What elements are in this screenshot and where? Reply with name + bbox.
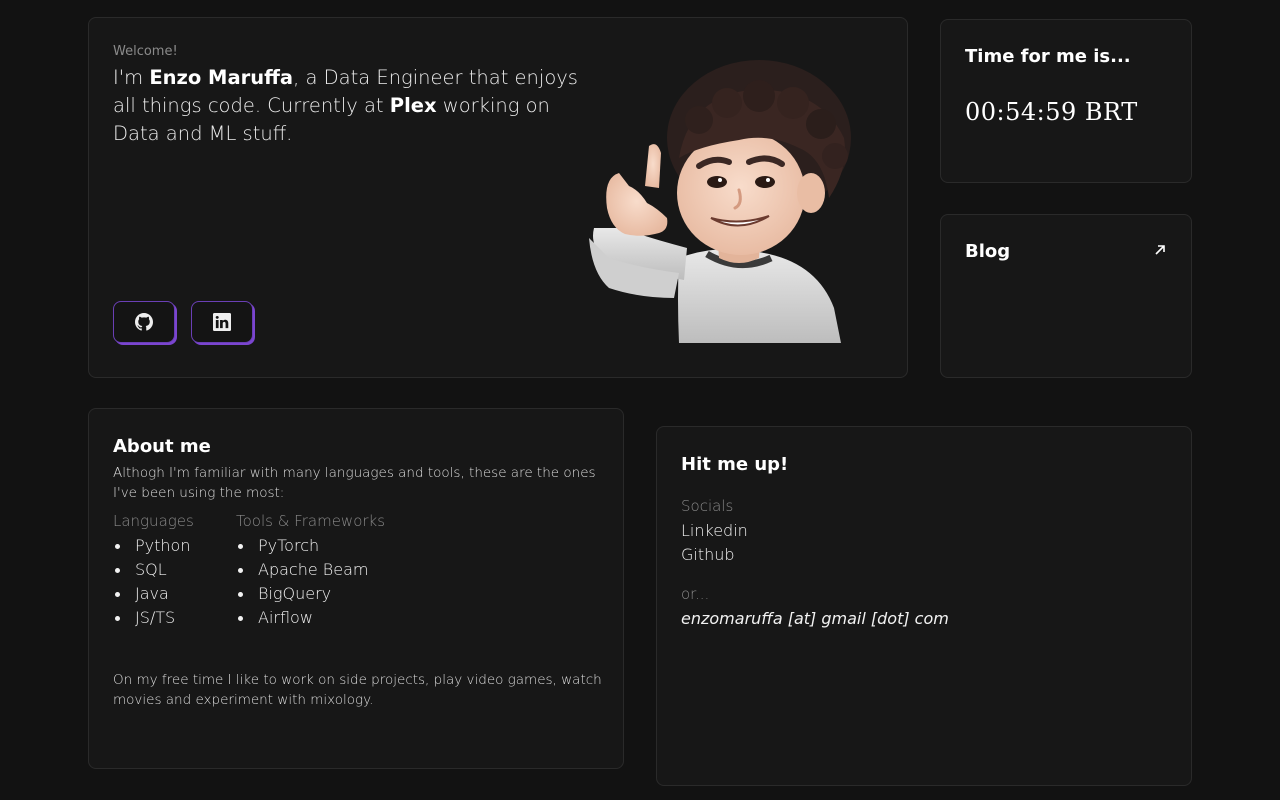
list-item: Airflow [236, 606, 385, 630]
welcome-text: Welcome! [113, 44, 178, 59]
github-link[interactable]: Github [681, 545, 735, 564]
linkedin-link[interactable]: Linkedin [681, 521, 748, 540]
github-button[interactable] [113, 301, 175, 343]
list-item: Python [113, 534, 194, 558]
list-item: BigQuery [236, 582, 385, 606]
intro-card: Welcome! I'm Enzo Maruffa, a Data Engine… [88, 17, 908, 378]
company-name: Plex [389, 94, 437, 117]
about-card: About me Althogh I'm familiar with many … [88, 408, 624, 769]
list-item: Apache Beam [236, 558, 385, 582]
clock-title: Time for me is... [965, 46, 1131, 67]
linkedin-button[interactable] [191, 301, 253, 343]
email-address: enzomaruffa [at] gmail [dot] com [681, 609, 949, 628]
github-icon [135, 313, 153, 331]
free-time-text: On my free time I like to work on side p… [113, 672, 602, 708]
intro-text: I'm Enzo Maruffa, a Data Engineer that e… [113, 64, 593, 148]
tools-column: Tools & Frameworks PyTorch Apache Beam B… [236, 512, 385, 630]
tools-heading: Tools & Frameworks [236, 512, 386, 530]
list-item: JS/TS [113, 606, 194, 630]
about-description: Althogh I'm familiar with many languages… [113, 465, 596, 501]
author-name: Enzo Maruffa [149, 66, 294, 89]
about-title: About me [113, 436, 211, 457]
languages-column: Languages Python SQL Java JS/TS [113, 512, 194, 630]
clock-card: Time for me is... 00:54:59 BRT [940, 19, 1192, 183]
avatar-illustration [589, 60, 851, 343]
list-item: PyTorch [236, 534, 385, 558]
languages-heading: Languages [113, 512, 194, 530]
or-heading: or... [681, 585, 710, 603]
contact-title: Hit me up! [681, 454, 789, 475]
list-item: SQL [113, 558, 194, 582]
tools-list: PyTorch Apache Beam BigQuery Airflow [236, 534, 385, 630]
languages-list: Python SQL Java JS/TS [113, 534, 194, 630]
intro-prefix: I'm [113, 66, 150, 89]
current-time: 00:54:59 BRT [965, 98, 1138, 126]
contact-card: Hit me up! Socials Linkedin Github or...… [656, 426, 1192, 786]
list-item: Java [113, 582, 194, 606]
linkedin-icon [213, 313, 231, 331]
blog-card[interactable]: Blog [940, 214, 1192, 378]
socials-heading: Socials [681, 497, 734, 515]
arrow-up-right-icon[interactable] [1153, 243, 1167, 257]
blog-title: Blog [965, 241, 1011, 262]
